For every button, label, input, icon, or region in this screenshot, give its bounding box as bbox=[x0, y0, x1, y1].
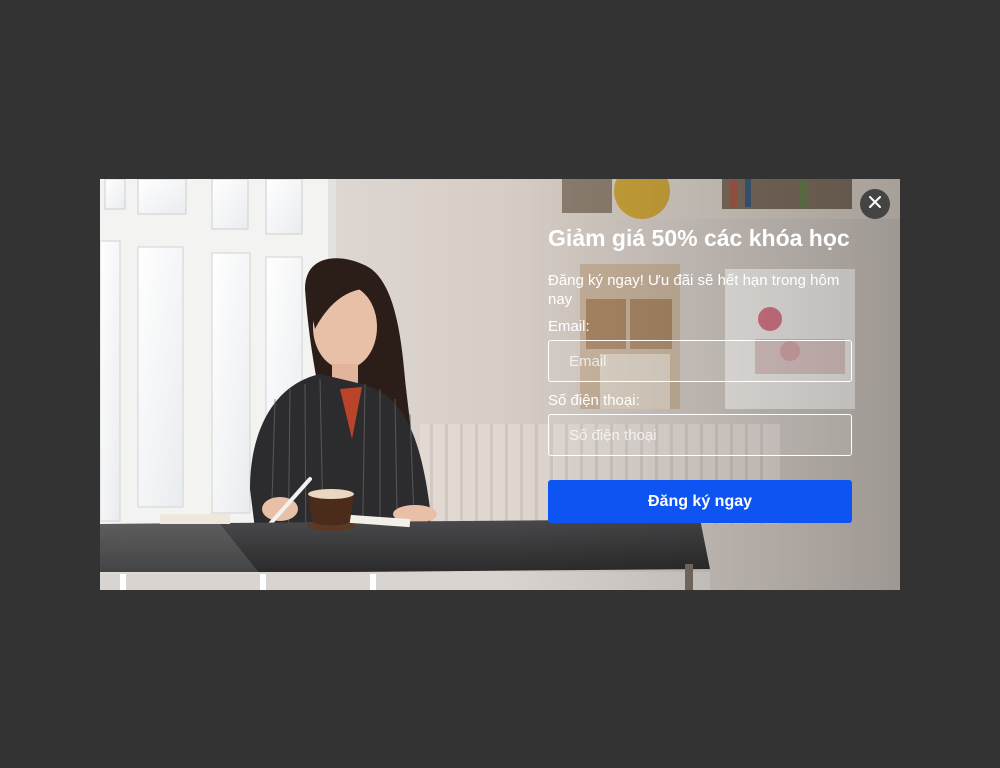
popup-title: Giảm giá 50% các khóa học bbox=[548, 225, 850, 251]
phone-field[interactable] bbox=[548, 414, 852, 456]
email-field[interactable] bbox=[548, 340, 852, 382]
email-label: Email: bbox=[548, 318, 590, 335]
promo-popup: Giảm giá 50% các khóa học Đăng ký ngay! … bbox=[100, 179, 900, 590]
popup-subtitle: Đăng ký ngay! Ưu đãi sẽ hết hạn trong hô… bbox=[548, 272, 840, 308]
submit-button[interactable]: Đăng ký ngay bbox=[548, 480, 852, 523]
close-button[interactable] bbox=[860, 189, 890, 219]
phone-label: Số điện thoại: bbox=[548, 392, 640, 409]
close-icon bbox=[869, 195, 881, 213]
signup-form: Giảm giá 50% các khóa học Đăng ký ngay! … bbox=[548, 223, 852, 523]
